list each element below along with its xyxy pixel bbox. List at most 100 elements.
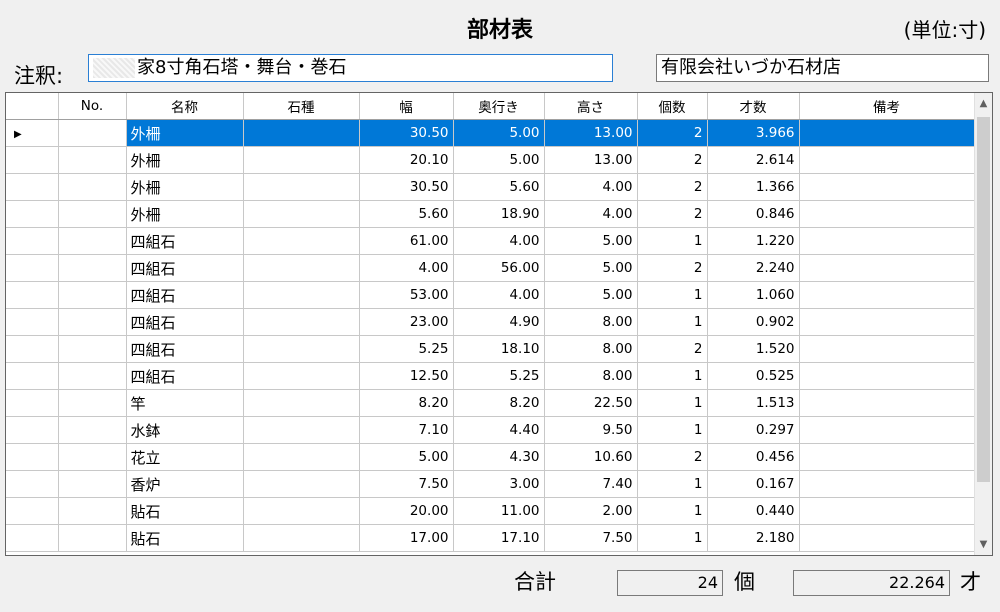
table-row[interactable]: 四組石 53.00 4.00 5.00 1 1.060 [6, 281, 975, 309]
row-header[interactable] [6, 362, 59, 390]
table-cell[interactable]: 四組石 [126, 254, 244, 282]
table-cell[interactable] [799, 362, 975, 390]
table-cell[interactable]: 7.50 [544, 524, 638, 552]
table-cell[interactable]: 4.00 [544, 173, 638, 201]
table-cell[interactable]: 5.60 [453, 173, 545, 201]
table-cell[interactable] [58, 254, 127, 282]
table-cell[interactable]: 4.00 [359, 254, 454, 282]
table-cell[interactable]: 1.060 [707, 281, 800, 309]
table-cell[interactable] [799, 470, 975, 498]
table-cell[interactable]: 20.10 [359, 146, 454, 174]
column-header[interactable]: 石種 [243, 93, 360, 120]
table-row[interactable]: 四組石 12.50 5.25 8.00 1 0.525 [6, 362, 975, 390]
table-cell[interactable]: 8.00 [544, 335, 638, 363]
table-row[interactable]: 竿 8.20 8.20 22.50 1 1.513 [6, 389, 975, 417]
table-row[interactable]: 花立 5.00 4.30 10.60 2 0.456 [6, 443, 975, 471]
table-cell[interactable]: 5.00 [544, 281, 638, 309]
table-cell[interactable] [799, 173, 975, 201]
table-cell[interactable]: 4.00 [453, 281, 545, 309]
table-cell[interactable] [243, 146, 360, 174]
table-cell[interactable] [799, 497, 975, 525]
table-cell[interactable]: 13.00 [544, 146, 638, 174]
table-cell[interactable]: 12.50 [359, 362, 454, 390]
chevron-up-icon[interactable]: ▲ [975, 95, 992, 112]
table-cell[interactable]: 23.00 [359, 308, 454, 336]
table-cell[interactable]: 61.00 [359, 227, 454, 255]
table-cell[interactable]: 18.90 [453, 200, 545, 228]
table-cell[interactable] [243, 308, 360, 336]
table-cell[interactable] [243, 173, 360, 201]
table-cell[interactable]: 9.50 [544, 416, 638, 444]
table-cell[interactable] [243, 200, 360, 228]
table-cell[interactable]: 56.00 [453, 254, 545, 282]
row-header[interactable] [6, 470, 59, 498]
table-cell[interactable]: 4.90 [453, 308, 545, 336]
table-cell[interactable] [58, 227, 127, 255]
table-cell[interactable]: 2 [637, 254, 708, 282]
table-cell[interactable]: 2 [637, 200, 708, 228]
table-cell[interactable] [799, 524, 975, 552]
row-header[interactable] [6, 389, 59, 417]
table-cell[interactable]: 0.525 [707, 362, 800, 390]
table-cell[interactable]: 竿 [126, 389, 244, 417]
parts-grid[interactable]: No. 名称 石種幅奥行き 高さ 個数 才数 備考 ▶ 外柵 30.50 5.00 13.00 2 3.… [5, 92, 993, 556]
row-header[interactable]: ▶ [6, 119, 59, 147]
table-cell[interactable]: 2.00 [544, 497, 638, 525]
table-cell[interactable] [58, 146, 127, 174]
table-cell[interactable] [58, 497, 127, 525]
table-cell[interactable] [799, 308, 975, 336]
row-header[interactable] [6, 227, 59, 255]
table-cell[interactable]: 1 [637, 470, 708, 498]
row-header[interactable] [6, 335, 59, 363]
table-cell[interactable]: 30.50 [359, 173, 454, 201]
table-cell[interactable]: 外柵 [126, 146, 244, 174]
table-cell[interactable] [799, 416, 975, 444]
note-field[interactable]: 家8寸角石塔・舞台・巻石 [88, 54, 613, 82]
table-cell[interactable]: 20.00 [359, 497, 454, 525]
table-cell[interactable]: 0.167 [707, 470, 800, 498]
row-header[interactable] [6, 281, 59, 309]
table-cell[interactable] [243, 362, 360, 390]
table-cell[interactable]: 5.60 [359, 200, 454, 228]
table-cell[interactable]: 1 [637, 389, 708, 417]
table-row[interactable]: 外柵 20.10 5.00 13.00 2 2.614 [6, 146, 975, 174]
column-header[interactable]: 高さ [544, 93, 638, 120]
table-cell[interactable]: 5.00 [544, 227, 638, 255]
table-cell[interactable] [799, 443, 975, 471]
table-cell[interactable]: 1 [637, 308, 708, 336]
table-cell[interactable] [243, 227, 360, 255]
scroll-thumb[interactable] [977, 117, 990, 482]
table-cell[interactable] [58, 308, 127, 336]
table-cell[interactable]: 1.220 [707, 227, 800, 255]
table-cell[interactable]: 0.297 [707, 416, 800, 444]
table-cell[interactable]: 11.00 [453, 497, 545, 525]
table-row[interactable]: 香炉 7.50 3.00 7.40 1 0.167 [6, 470, 975, 498]
table-cell[interactable] [799, 389, 975, 417]
table-cell[interactable] [243, 254, 360, 282]
row-header[interactable] [6, 146, 59, 174]
table-cell[interactable] [243, 443, 360, 471]
table-cell[interactable]: 17.10 [453, 524, 545, 552]
table-cell[interactable]: 1.366 [707, 173, 800, 201]
table-cell[interactable] [243, 524, 360, 552]
table-cell[interactable] [243, 497, 360, 525]
table-cell[interactable]: 3.966 [707, 119, 800, 147]
table-cell[interactable]: 貼石 [126, 497, 244, 525]
table-cell[interactable]: 2.614 [707, 146, 800, 174]
row-header[interactable] [6, 443, 59, 471]
table-cell[interactable]: 22.50 [544, 389, 638, 417]
table-cell[interactable]: 8.00 [544, 362, 638, 390]
row-header[interactable] [6, 254, 59, 282]
table-cell[interactable] [58, 470, 127, 498]
table-cell[interactable]: 5.00 [453, 119, 545, 147]
table-cell[interactable]: 0.456 [707, 443, 800, 471]
table-cell[interactable]: 4.40 [453, 416, 545, 444]
table-cell[interactable]: 7.10 [359, 416, 454, 444]
table-cell[interactable] [243, 389, 360, 417]
table-cell[interactable]: 5.00 [359, 443, 454, 471]
table-row[interactable]: 四組石 23.00 4.90 8.00 1 0.902 [6, 308, 975, 336]
table-cell[interactable]: 3.00 [453, 470, 545, 498]
table-cell[interactable]: 5.25 [359, 335, 454, 363]
table-cell[interactable]: 0.902 [707, 308, 800, 336]
table-cell[interactable]: 香炉 [126, 470, 244, 498]
